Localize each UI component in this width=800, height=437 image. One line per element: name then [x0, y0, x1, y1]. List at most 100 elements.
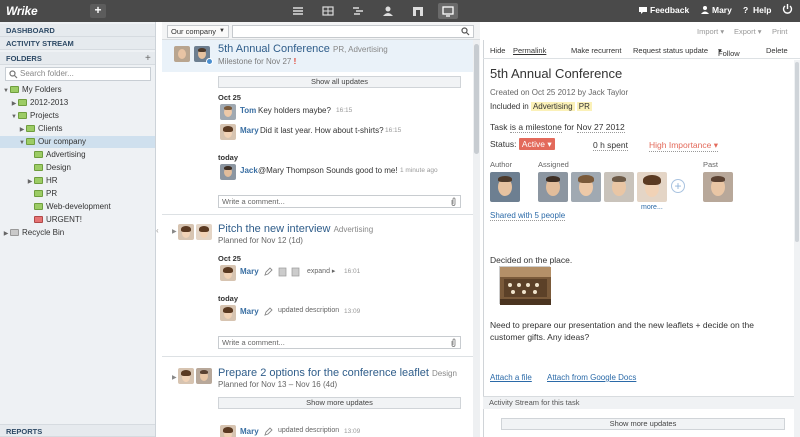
task-activity-stream-header[interactable]: Activity Stream for this task: [483, 396, 794, 409]
tag-pr[interactable]: PR: [576, 102, 592, 111]
update-item: Mary updated description 13:09: [218, 304, 463, 322]
paperclip-icon[interactable]: [450, 338, 457, 351]
list-view-icon[interactable]: [288, 3, 308, 19]
follow-menu[interactable]: Follow ▾: [718, 46, 740, 58]
dashboard-section[interactable]: DASHBOARD: [0, 24, 155, 37]
update-author[interactable]: Tom: [240, 106, 256, 115]
tree-advertising[interactable]: Advertising: [34, 149, 86, 161]
permalink-link[interactable]: Permalink: [513, 46, 546, 55]
add-folder-button[interactable]: +: [145, 53, 151, 64]
update-author[interactable]: Mary: [240, 427, 259, 436]
search-icon[interactable]: [461, 27, 470, 38]
assignee-avatar[interactable]: [538, 172, 568, 202]
help-icon[interactable]: ?: [743, 5, 748, 15]
time-spent[interactable]: 0 h spent: [593, 140, 628, 151]
task-show-more-updates-button[interactable]: Show more updates: [501, 418, 785, 430]
task-title[interactable]: 5th Annual Conference PR, Advertising: [218, 43, 388, 55]
add-assignee-icon[interactable]: +: [671, 179, 685, 193]
more-assignees-link[interactable]: more...: [641, 204, 663, 211]
expand-link[interactable]: expand ▸: [307, 267, 335, 275]
hide-button[interactable]: Hide: [490, 46, 505, 55]
show-all-updates-button[interactable]: Show all updates: [218, 76, 461, 88]
tree-hr[interactable]: ▶ HR: [26, 175, 58, 187]
tree-2012-2013[interactable]: ▶ 2012-2013: [10, 97, 69, 110]
tree-design[interactable]: Design: [34, 162, 71, 174]
make-recurrent-button[interactable]: Make recurrent: [571, 46, 621, 55]
detail-scrollbar-thumb[interactable]: [795, 62, 799, 242]
request-status-update-button[interactable]: Request status update: [633, 46, 708, 55]
attach-file-link[interactable]: Attach a file: [490, 373, 532, 382]
table-view-icon[interactable]: [318, 3, 338, 19]
importance-dropdown[interactable]: High Importance ▾: [649, 140, 719, 152]
expand-arrow-icon[interactable]: ▶: [172, 228, 177, 235]
export-menu[interactable]: Export ▾: [734, 27, 762, 36]
tree-my-folders[interactable]: ▼ My Folders: [2, 84, 62, 96]
tree-web-development[interactable]: Web-development: [34, 201, 111, 213]
print-button[interactable]: Print: [772, 27, 787, 36]
assignee-avatar[interactable]: [604, 172, 634, 202]
shared-with-link[interactable]: Shared with 5 people: [490, 211, 566, 221]
avatar: [220, 305, 236, 321]
milestone-date[interactable]: Nov 27 2012: [576, 122, 625, 133]
update-author[interactable]: Jack: [240, 166, 258, 175]
help-link[interactable]: Help: [753, 5, 771, 15]
activity-stream-section[interactable]: ACTIVITY STREAM: [0, 37, 155, 50]
collapsed-arrow-icon[interactable]: ▶: [18, 124, 26, 136]
expanded-arrow-icon[interactable]: ▼: [18, 137, 26, 149]
delete-button[interactable]: Delete: [766, 46, 788, 55]
tree-our-company[interactable]: ▼ Our company: [0, 136, 155, 148]
task-title[interactable]: Pitch the new interview Advertising: [218, 223, 373, 235]
past-assignee-avatar[interactable]: [703, 172, 733, 202]
show-more-updates-button[interactable]: Show more updates: [218, 397, 461, 409]
update-author[interactable]: Mary: [240, 126, 259, 135]
timeline-view-icon[interactable]: [348, 3, 368, 19]
wrike-logo[interactable]: Wrike: [6, 4, 38, 18]
folders-section[interactable]: FOLDERS: [0, 52, 155, 65]
power-icon[interactable]: [782, 3, 793, 17]
task-card[interactable]: ▶ Prepare 2 options for the conference l…: [162, 360, 474, 392]
tree-recycle-bin[interactable]: ▶ Recycle Bin: [2, 227, 65, 240]
stream-scrollbar-thumb[interactable]: [474, 44, 479, 154]
expanded-arrow-icon[interactable]: ▼: [2, 85, 10, 97]
task-card[interactable]: ▶ Pitch the new interview Advertising Pl…: [162, 218, 474, 250]
folder-search-input[interactable]: Search folder...: [5, 67, 151, 81]
tree-urgent[interactable]: URGENT!: [26, 214, 82, 226]
collapsed-arrow-icon[interactable]: ▶: [26, 176, 34, 188]
milestone-toggle[interactable]: is a milestone: [509, 122, 562, 133]
task-detail-title[interactable]: 5th Annual Conference: [490, 66, 622, 81]
import-menu[interactable]: Import ▾: [697, 27, 724, 36]
assignee-avatar[interactable]: [571, 172, 601, 202]
user-menu[interactable]: Mary: [712, 5, 732, 15]
author-avatar[interactable]: [490, 172, 520, 202]
status-dropdown[interactable]: Active ▾: [518, 138, 555, 150]
tree-pr[interactable]: PR: [34, 188, 57, 200]
conference-room-photo[interactable]: [499, 266, 551, 305]
comment-input[interactable]: Write a comment...: [218, 336, 461, 349]
task-title[interactable]: Prepare 2 options for the conference lea…: [218, 367, 457, 379]
task-card-selected[interactable]: 5th Annual Conference PR, Advertising Mi…: [162, 40, 474, 72]
update-author[interactable]: Mary: [240, 307, 259, 316]
tree-clients[interactable]: ▶ Clients: [18, 123, 63, 136]
add-new-button[interactable]: +: [90, 4, 106, 18]
paperclip-icon[interactable]: [450, 197, 457, 210]
collapsed-arrow-icon[interactable]: ▶: [10, 98, 18, 110]
expand-arrow-icon[interactable]: ▶: [172, 374, 177, 381]
files-view-icon[interactable]: [408, 3, 428, 19]
update-author[interactable]: Mary: [240, 267, 259, 276]
expanded-arrow-icon[interactable]: ▼: [10, 111, 18, 123]
company-select[interactable]: Our company ▼: [167, 25, 229, 38]
assignee-avatar[interactable]: [637, 172, 667, 202]
detail-scrollbar[interactable]: [794, 60, 800, 437]
collapsed-arrow-icon[interactable]: ▶: [2, 228, 10, 240]
feedback-icon[interactable]: [638, 5, 648, 15]
update-text: Did it last year. How about t-shirts?: [260, 126, 384, 135]
reports-section[interactable]: REPORTS: [0, 424, 155, 437]
attach-google-docs-link[interactable]: Attach from Google Docs: [547, 373, 636, 382]
tag-advertising[interactable]: Advertising: [530, 102, 575, 111]
feedback-link[interactable]: Feedback: [650, 5, 689, 15]
stream-search-input[interactable]: [232, 25, 474, 38]
stream-view-icon[interactable]: [438, 3, 458, 19]
comment-input[interactable]: Write a comment...: [218, 195, 461, 208]
tree-projects[interactable]: ▼ Projects: [10, 110, 59, 122]
workload-view-icon[interactable]: [378, 3, 398, 19]
